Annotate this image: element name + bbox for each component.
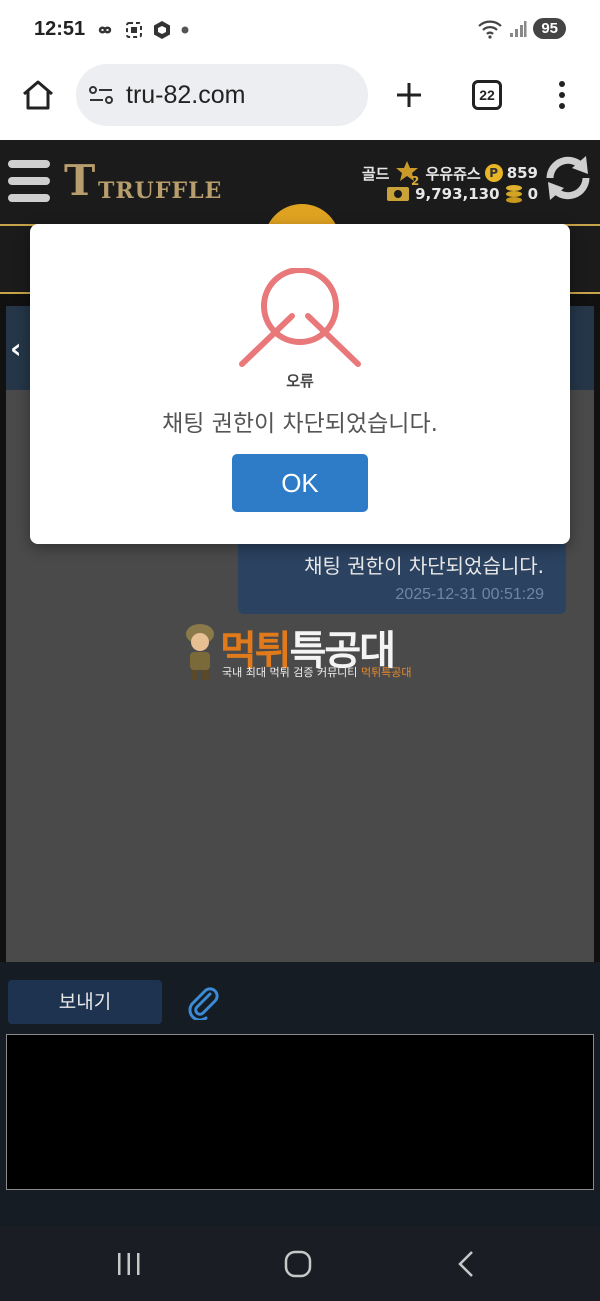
hamburger-menu-icon[interactable] xyxy=(8,158,50,204)
status-right: 95 xyxy=(477,18,566,39)
hexagon-app-icon xyxy=(154,21,170,39)
battery-indicator: 95 xyxy=(533,18,566,39)
home-nav-icon[interactable] xyxy=(284,1250,312,1278)
address-bar[interactable]: tru-82.com xyxy=(76,64,368,126)
coins-value: 0 xyxy=(527,185,538,203)
chat-input-area: 보내기 xyxy=(0,962,600,1226)
user-rank: 골드 xyxy=(361,164,390,183)
dialog-message: 채팅 권한이 차단되었습니다. xyxy=(162,411,438,437)
recent-apps-icon[interactable] xyxy=(116,1252,142,1276)
message-text: 채팅 권한이 차단되었습니다. xyxy=(304,554,544,578)
new-tab-icon[interactable] xyxy=(394,80,424,110)
message-time: 2025-12-31 00:51:29 xyxy=(395,586,544,603)
user-info: 골드 2 우유쥬스 P 859 xyxy=(362,160,538,186)
error-icon xyxy=(239,268,361,367)
more-menu-icon[interactable] xyxy=(552,80,572,110)
watermark-sub-highlight: 먹튀특공대 xyxy=(360,666,412,679)
refresh-icon[interactable] xyxy=(542,152,594,204)
chat-message: 채팅 권한이 차단되었습니다. 2025-12-31 00:51:29 xyxy=(238,538,566,614)
watermark-sub-text: 국내 최대 먹튀 검증 커뮤니티 xyxy=(222,666,361,679)
watermark-subtitle: 국내 최대 먹튀 검증 커뮤니티 먹튀특공대 xyxy=(222,664,412,680)
points-icon: P xyxy=(484,164,503,182)
ok-button[interactable]: OK xyxy=(232,454,368,512)
rank-badge-icon: 2 xyxy=(396,161,420,186)
status-bar: 12:51 95 xyxy=(0,0,600,60)
money-value: 9,793,130 xyxy=(415,185,500,203)
logo-mark[interactable]: T xyxy=(64,156,95,205)
balance-info: 9,793,130 0 xyxy=(386,184,538,204)
dot-icon xyxy=(181,26,189,34)
tab-count: 22 xyxy=(479,87,495,103)
money-icon xyxy=(387,187,410,201)
back-chevron-icon[interactable]: ‹ xyxy=(10,332,22,365)
soldier-mascot-icon xyxy=(186,624,214,680)
points-value: 859 xyxy=(506,164,538,182)
attachment-icon[interactable] xyxy=(184,984,220,1020)
site-settings-icon[interactable] xyxy=(88,84,114,106)
status-time: 12:51 xyxy=(34,18,86,40)
error-dialog: 오류 채팅 권한이 차단되었습니다. OK xyxy=(30,224,570,544)
screenshot-icon xyxy=(126,22,142,38)
site-logo[interactable]: TRUFFLE xyxy=(98,178,222,204)
browser-toolbar: tru-82.com 22 xyxy=(0,60,600,140)
dialog-title: 오류 xyxy=(286,372,314,390)
coins-icon xyxy=(505,185,522,203)
system-navigation-bar xyxy=(0,1226,600,1301)
wifi-icon xyxy=(478,20,503,39)
username[interactable]: 우유쥬스 xyxy=(425,163,480,184)
message-input[interactable] xyxy=(6,1034,594,1190)
watermark-logo: 먹튀특공대 국내 최대 먹튀 검증 커뮤니티 먹튀특공대 xyxy=(182,618,422,684)
url-text: tru-82.com xyxy=(126,81,246,109)
back-nav-icon[interactable] xyxy=(456,1250,476,1278)
send-button[interactable]: 보내기 xyxy=(8,980,162,1024)
infinity-icon xyxy=(98,26,112,34)
tab-switcher-button[interactable]: 22 xyxy=(472,80,502,110)
status-icons xyxy=(94,20,190,40)
home-icon[interactable] xyxy=(20,78,56,112)
signal-icon xyxy=(510,20,527,37)
